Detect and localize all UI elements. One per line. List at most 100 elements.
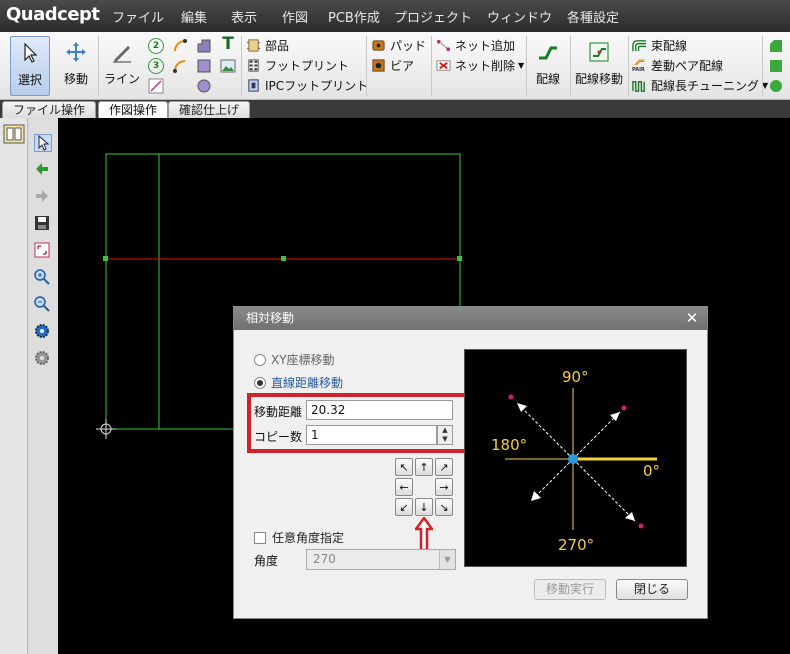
pointer-tool[interactable] bbox=[34, 134, 52, 152]
stepper-down-icon[interactable]: ▼ bbox=[438, 435, 452, 444]
move-up-right-button[interactable]: ↗ bbox=[435, 458, 453, 476]
route-button[interactable]: 配線 bbox=[530, 36, 566, 96]
radio-linear-move[interactable]: 直線距離移動 bbox=[254, 374, 343, 391]
zoom-in-tool[interactable] bbox=[34, 269, 52, 287]
image-icon[interactable] bbox=[220, 58, 236, 74]
execute-move-button[interactable]: 移動実行 bbox=[534, 579, 606, 600]
polygon-icon[interactable] bbox=[196, 38, 212, 54]
circle-icon[interactable] bbox=[196, 78, 212, 94]
ipc-footprint-button[interactable]: IPCフットプリント bbox=[246, 76, 368, 95]
copy-count-stepper[interactable]: ▲ ▼ bbox=[437, 425, 453, 445]
arc-icon[interactable] bbox=[172, 38, 188, 54]
node-mid[interactable] bbox=[281, 256, 286, 261]
origin-crosshair-icon bbox=[96, 419, 116, 439]
pad-label: パッド bbox=[390, 39, 427, 53]
angle-select[interactable]: 270 ▼ bbox=[306, 549, 456, 570]
circle-3-icon[interactable]: 3 bbox=[148, 58, 164, 74]
checkbox[interactable] bbox=[254, 531, 266, 544]
part-label: 部品 bbox=[265, 39, 290, 53]
rectangle-icon[interactable] bbox=[196, 58, 212, 74]
zoom-out-icon bbox=[34, 296, 50, 312]
gear-disabled-icon bbox=[35, 351, 49, 365]
pair-badge: PAIR bbox=[632, 67, 645, 73]
close-icon[interactable]: ✕ bbox=[684, 310, 700, 326]
menu-bar: Quadcept ファイル 編集 表示 作図 PCB作成 プロジェクト ウィンド… bbox=[0, 0, 790, 32]
menu-edit[interactable]: 編集 bbox=[181, 7, 207, 26]
fill-rect-icon[interactable] bbox=[768, 58, 784, 74]
part-icon bbox=[246, 39, 261, 52]
tab-file-ops[interactable]: ファイル操作 bbox=[2, 101, 97, 118]
radio-button[interactable] bbox=[254, 353, 266, 366]
forward-arrow-icon bbox=[36, 190, 48, 202]
net-add-button[interactable]: ネット追加 bbox=[436, 36, 515, 55]
route-icon bbox=[539, 46, 557, 60]
compass-drawing: 90° 180° 0° 270° bbox=[491, 368, 660, 554]
menu-view[interactable]: 表示 bbox=[231, 7, 257, 26]
select-button[interactable]: 選択 bbox=[10, 36, 50, 96]
diagonal-line-icon[interactable] bbox=[148, 78, 164, 94]
move-up-left-button[interactable]: ↖ bbox=[395, 458, 413, 476]
move-down-left-button[interactable]: ↙ bbox=[395, 498, 413, 516]
menu-project[interactable]: プロジェクト bbox=[394, 7, 472, 26]
redo-tool[interactable] bbox=[34, 188, 52, 206]
length-tuning-button[interactable]: 配線長チューニング ▼ bbox=[632, 76, 768, 95]
distance-field[interactable]: 20.32 bbox=[306, 400, 453, 420]
settings2-tool[interactable] bbox=[34, 350, 52, 368]
text-tool-icon[interactable]: T bbox=[220, 36, 236, 53]
undo-tool[interactable] bbox=[34, 161, 52, 179]
radio-xy-move[interactable]: XY座標移動 bbox=[254, 351, 335, 368]
tab-check-finish[interactable]: 確認仕上げ bbox=[168, 101, 251, 118]
bundle-route-label: 束配線 bbox=[651, 39, 688, 53]
menu-pcb[interactable]: PCB作成 bbox=[328, 7, 380, 26]
line-button[interactable]: ライン bbox=[103, 36, 141, 96]
bundle-route-button[interactable]: 束配線 bbox=[632, 36, 687, 55]
length-tuning-label: 配線長チューニング bbox=[651, 79, 760, 93]
back-arrow-icon bbox=[36, 163, 48, 175]
settings-tool[interactable] bbox=[34, 323, 52, 341]
copy-count-field[interactable]: 1 bbox=[306, 425, 437, 445]
net-add-label: ネット追加 bbox=[455, 39, 516, 53]
move-down-right-button[interactable]: ↘ bbox=[435, 498, 453, 516]
tab-draw-ops[interactable]: 作図操作 bbox=[98, 101, 169, 118]
pad-button[interactable]: パッド bbox=[371, 36, 426, 55]
fit-view-icon bbox=[34, 242, 50, 258]
bundle-route-icon bbox=[632, 40, 647, 52]
footprint-button[interactable]: フットプリント bbox=[246, 56, 349, 75]
via-label: ビア bbox=[390, 59, 415, 73]
arbitrary-angle-checkbox[interactable]: 任意角度指定 bbox=[254, 529, 344, 546]
fill-polygon-icon[interactable] bbox=[768, 38, 784, 54]
save-tool[interactable] bbox=[34, 215, 52, 233]
menu-draw[interactable]: 作図 bbox=[282, 7, 308, 26]
fit-view-tool[interactable] bbox=[34, 242, 52, 260]
stepper-up-icon[interactable]: ▲ bbox=[438, 426, 452, 435]
zoom-out-tool[interactable] bbox=[34, 296, 52, 314]
route-move-icon bbox=[589, 42, 609, 62]
label-270: 270° bbox=[558, 536, 594, 554]
arc2-icon[interactable] bbox=[172, 58, 188, 74]
label-0: 0° bbox=[643, 462, 660, 480]
menu-window[interactable]: ウィンドウ bbox=[487, 7, 552, 26]
menu-file[interactable]: ファイル bbox=[112, 7, 164, 26]
chevron-down-icon[interactable]: ▼ bbox=[439, 550, 455, 569]
circle-2-icon[interactable]: 2 bbox=[148, 38, 164, 54]
menu-settings[interactable]: 各種設定 bbox=[567, 7, 619, 26]
fill-circle-icon[interactable] bbox=[768, 78, 784, 94]
angle-value: 270 bbox=[313, 552, 336, 566]
relative-move-dialog: 相対移動 ✕ XY座標移動 直線距離移動 移動距離 20.32 コピー数 1 ▲… bbox=[233, 306, 708, 619]
radio-button-selected[interactable] bbox=[254, 376, 266, 389]
via-button[interactable]: ビア bbox=[371, 56, 414, 75]
part-button[interactable]: 部品 bbox=[246, 36, 289, 55]
node-right[interactable] bbox=[457, 256, 462, 261]
route-label: 配線 bbox=[535, 72, 560, 86]
node-left[interactable] bbox=[103, 256, 108, 261]
net-delete-button[interactable]: ネット削除 ▼ bbox=[436, 56, 524, 75]
route-move-button[interactable]: 配線移動 bbox=[574, 36, 624, 96]
move-up-button[interactable]: ↑ bbox=[415, 458, 433, 476]
close-button[interactable]: 閉じる bbox=[616, 579, 688, 600]
move-button[interactable]: 移動 bbox=[58, 36, 94, 96]
move-down-button[interactable]: ↓ bbox=[415, 498, 433, 516]
move-left-button[interactable]: ← bbox=[395, 478, 413, 496]
diff-pair-button[interactable]: PAIR 差動ペア配線 bbox=[632, 56, 723, 75]
panel-toggle-icon[interactable] bbox=[3, 124, 25, 144]
move-right-button[interactable]: → bbox=[435, 478, 453, 496]
